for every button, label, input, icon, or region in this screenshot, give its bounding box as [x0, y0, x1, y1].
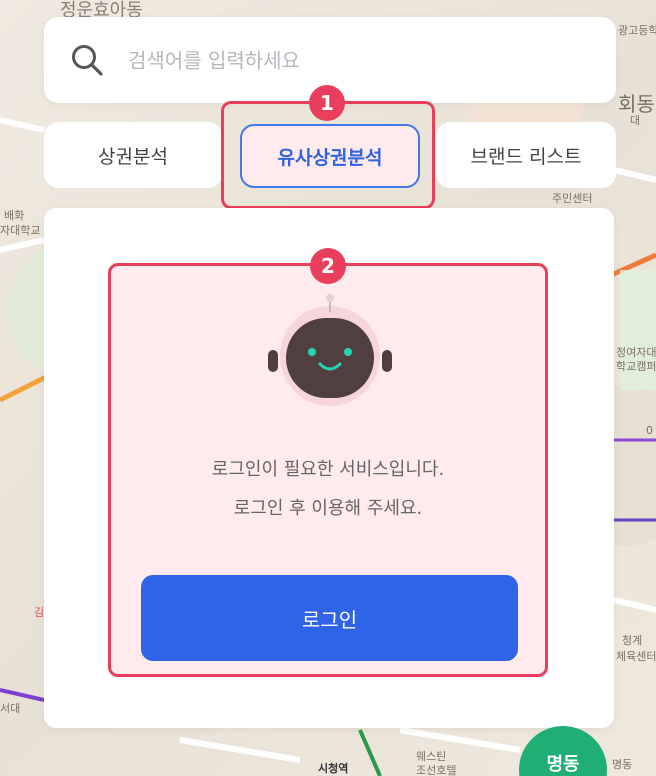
- search-input-placeholder[interactable]: 검색어를 입력하세요: [128, 45, 300, 74]
- map-label: 0: [646, 424, 653, 437]
- map-label: 청계: [622, 634, 643, 647]
- map-label: 자대학교: [0, 224, 41, 237]
- map-label: 광고등학: [618, 24, 656, 37]
- map-label: 체육센터: [616, 650, 656, 663]
- map-label: 서대: [0, 702, 21, 715]
- map-label: 시청역: [318, 762, 349, 775]
- login-required-message: 로그인이 필요한 서비스입니다.: [211, 459, 445, 480]
- map-label: 명동: [612, 758, 633, 771]
- tab-market-analysis[interactable]: 상권분석: [44, 122, 222, 188]
- map-label: 주민센터: [552, 192, 593, 205]
- robot-icon: [268, 294, 392, 406]
- tab-brand-list[interactable]: 브랜드 리스트: [436, 122, 616, 188]
- map-label: 조선호텔: [416, 764, 457, 776]
- search-icon[interactable]: [70, 43, 104, 77]
- tab-similar-market-analysis[interactable]: 유사상권분석: [240, 124, 420, 188]
- map-label: 배화: [4, 209, 25, 222]
- map-label: 대: [630, 114, 641, 127]
- login-button[interactable]: 로그인: [141, 575, 518, 661]
- map-label: 김: [34, 606, 45, 619]
- login-prompt-message: 로그인 후 이용해 주세요.: [233, 498, 423, 519]
- step-badge-2: 2: [310, 248, 346, 284]
- step-badge-1: 1: [309, 85, 345, 121]
- map-label: 학교캠퍼: [616, 360, 656, 373]
